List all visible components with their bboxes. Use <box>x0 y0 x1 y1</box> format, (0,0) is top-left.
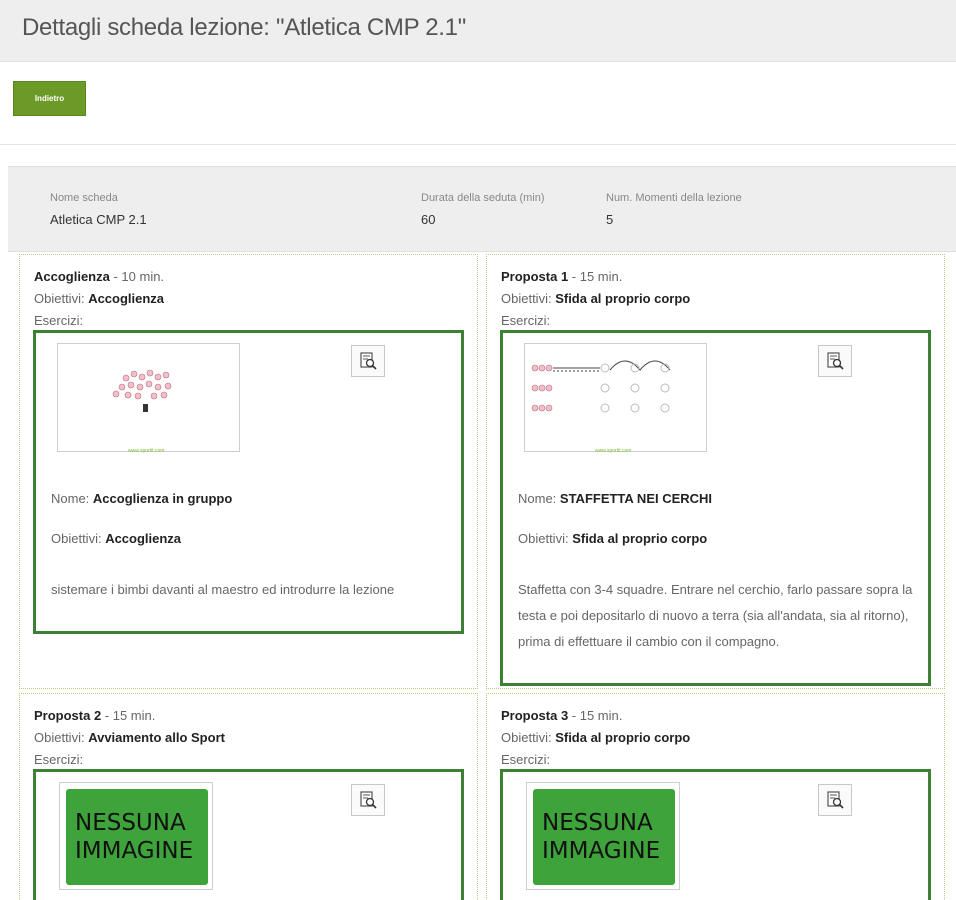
moment-card-proposta-2: Proposta 2 - 15 min. Obiettivi: Avviamen… <box>19 693 478 900</box>
exercise-name-label: Nome: <box>51 491 93 506</box>
moment-objective: Sfida al proprio corpo <box>555 291 691 306</box>
objectives-label: Obiettivi: <box>501 291 556 306</box>
exercise-name: STAFFETTA NEI CERCHI <box>559 491 713 506</box>
moment-objective: Avviamento allo Sport <box>88 730 225 745</box>
moment-title: Proposta 2 <box>34 708 102 723</box>
exercise-objective: Sfida al proprio corpo <box>572 531 708 546</box>
moment-objective: Accoglienza <box>88 291 165 306</box>
moment-card-proposta-1: Proposta 1 - 15 min. Obiettivi: Sfida al… <box>486 254 945 689</box>
moment-title: Proposta 3 <box>501 708 569 723</box>
exercise-objectives-label: Obiettivi: <box>51 531 106 546</box>
summary-name-label: Nome scheda <box>50 192 118 204</box>
exercise-name: Accoglienza in gruppo <box>92 491 233 506</box>
moment-duration: - 10 min. <box>109 269 165 284</box>
moment-duration: - 15 min. <box>101 708 156 723</box>
exercise-thumbnail[interactable]: www.sportit.com <box>524 343 707 454</box>
no-image-placeholder: NESSUNA IMMAGINE <box>533 789 675 885</box>
exercise-thumbnail[interactable]: NESSUNA IMMAGINE <box>526 782 680 890</box>
exercise-description: sistemare i bimbi davanti al maestro ed … <box>51 582 395 597</box>
exercise-objectives-label: Obiettivi: <box>518 531 573 546</box>
summary-moments-label: Num. Momenti della lezione <box>606 192 742 204</box>
summary-duration-label: Durata della seduta (min) <box>421 192 545 204</box>
exercise-card: www.sportit.com Nome: STAFFETTA NEI CERC… <box>500 330 931 686</box>
moment-objective: Sfida al proprio corpo <box>555 730 691 745</box>
objectives-label: Obiettivi: <box>34 730 89 745</box>
summary-moments-value: 5 <box>606 212 614 227</box>
thumbnail-watermark: www.sportit.com <box>128 448 165 454</box>
zoom-button[interactable] <box>818 345 852 377</box>
relay-diagram-image <box>531 360 671 413</box>
exercise-thumbnail[interactable]: NESSUNA IMMAGINE <box>59 782 213 890</box>
exercise-description: Staffetta con 3-4 squadre. Entrare nel c… <box>518 582 913 649</box>
moment-title: Proposta 1 <box>501 269 569 284</box>
exercise-thumbnail[interactable]: www.sportit.com <box>57 343 240 454</box>
summary-name: Nome scheda Atletica CMP 2.1 <box>50 192 147 227</box>
back-button[interactable]: Indietro <box>13 81 86 116</box>
moment-title: Accoglienza <box>34 269 110 284</box>
zoom-button[interactable] <box>351 784 385 816</box>
moment-card-proposta-3: Proposta 3 - 15 min. Obiettivi: Sfida al… <box>486 693 945 900</box>
exercise-card: NESSUNA IMMAGINE <box>33 769 464 900</box>
exercise-objective: Accoglienza <box>105 531 182 546</box>
objectives-label: Obiettivi: <box>34 291 89 306</box>
document-search-icon <box>827 352 844 370</box>
zoom-button[interactable] <box>351 345 385 377</box>
thumbnail-watermark: www.sportit.com <box>595 448 632 454</box>
document-search-icon <box>360 791 377 809</box>
summary-panel: Nome scheda Atletica CMP 2.1 Durata dell… <box>8 166 956 252</box>
page-header: Dettagli scheda lezione: "Atletica CMP 2… <box>0 0 956 62</box>
divider <box>0 144 956 145</box>
summary-moments: Num. Momenti della lezione 5 <box>606 192 742 227</box>
group-diagram-image <box>112 369 172 412</box>
exercise-card: NESSUNA IMMAGINE <box>500 769 931 900</box>
exercise-card: www.sportit.com Nome: Accoglienza in gru… <box>33 330 464 634</box>
moment-duration: - 15 min. <box>568 708 623 723</box>
page-title: Dettagli scheda lezione: "Atletica CMP 2… <box>22 14 466 41</box>
zoom-button[interactable] <box>818 784 852 816</box>
moment-duration: - 15 min. <box>568 269 623 284</box>
summary-duration-value: 60 <box>421 212 436 227</box>
summary-duration: Durata della seduta (min) 60 <box>421 192 545 227</box>
moment-card-accoglienza: Accoglienza - 10 min. Obiettivi: Accogli… <box>19 254 478 689</box>
document-search-icon <box>827 791 844 809</box>
summary-name-value: Atletica CMP 2.1 <box>50 212 147 227</box>
no-image-placeholder: NESSUNA IMMAGINE <box>66 789 208 885</box>
objectives-label: Obiettivi: <box>501 730 556 745</box>
document-search-icon <box>360 352 377 370</box>
exercise-name-label: Nome: <box>518 491 560 506</box>
